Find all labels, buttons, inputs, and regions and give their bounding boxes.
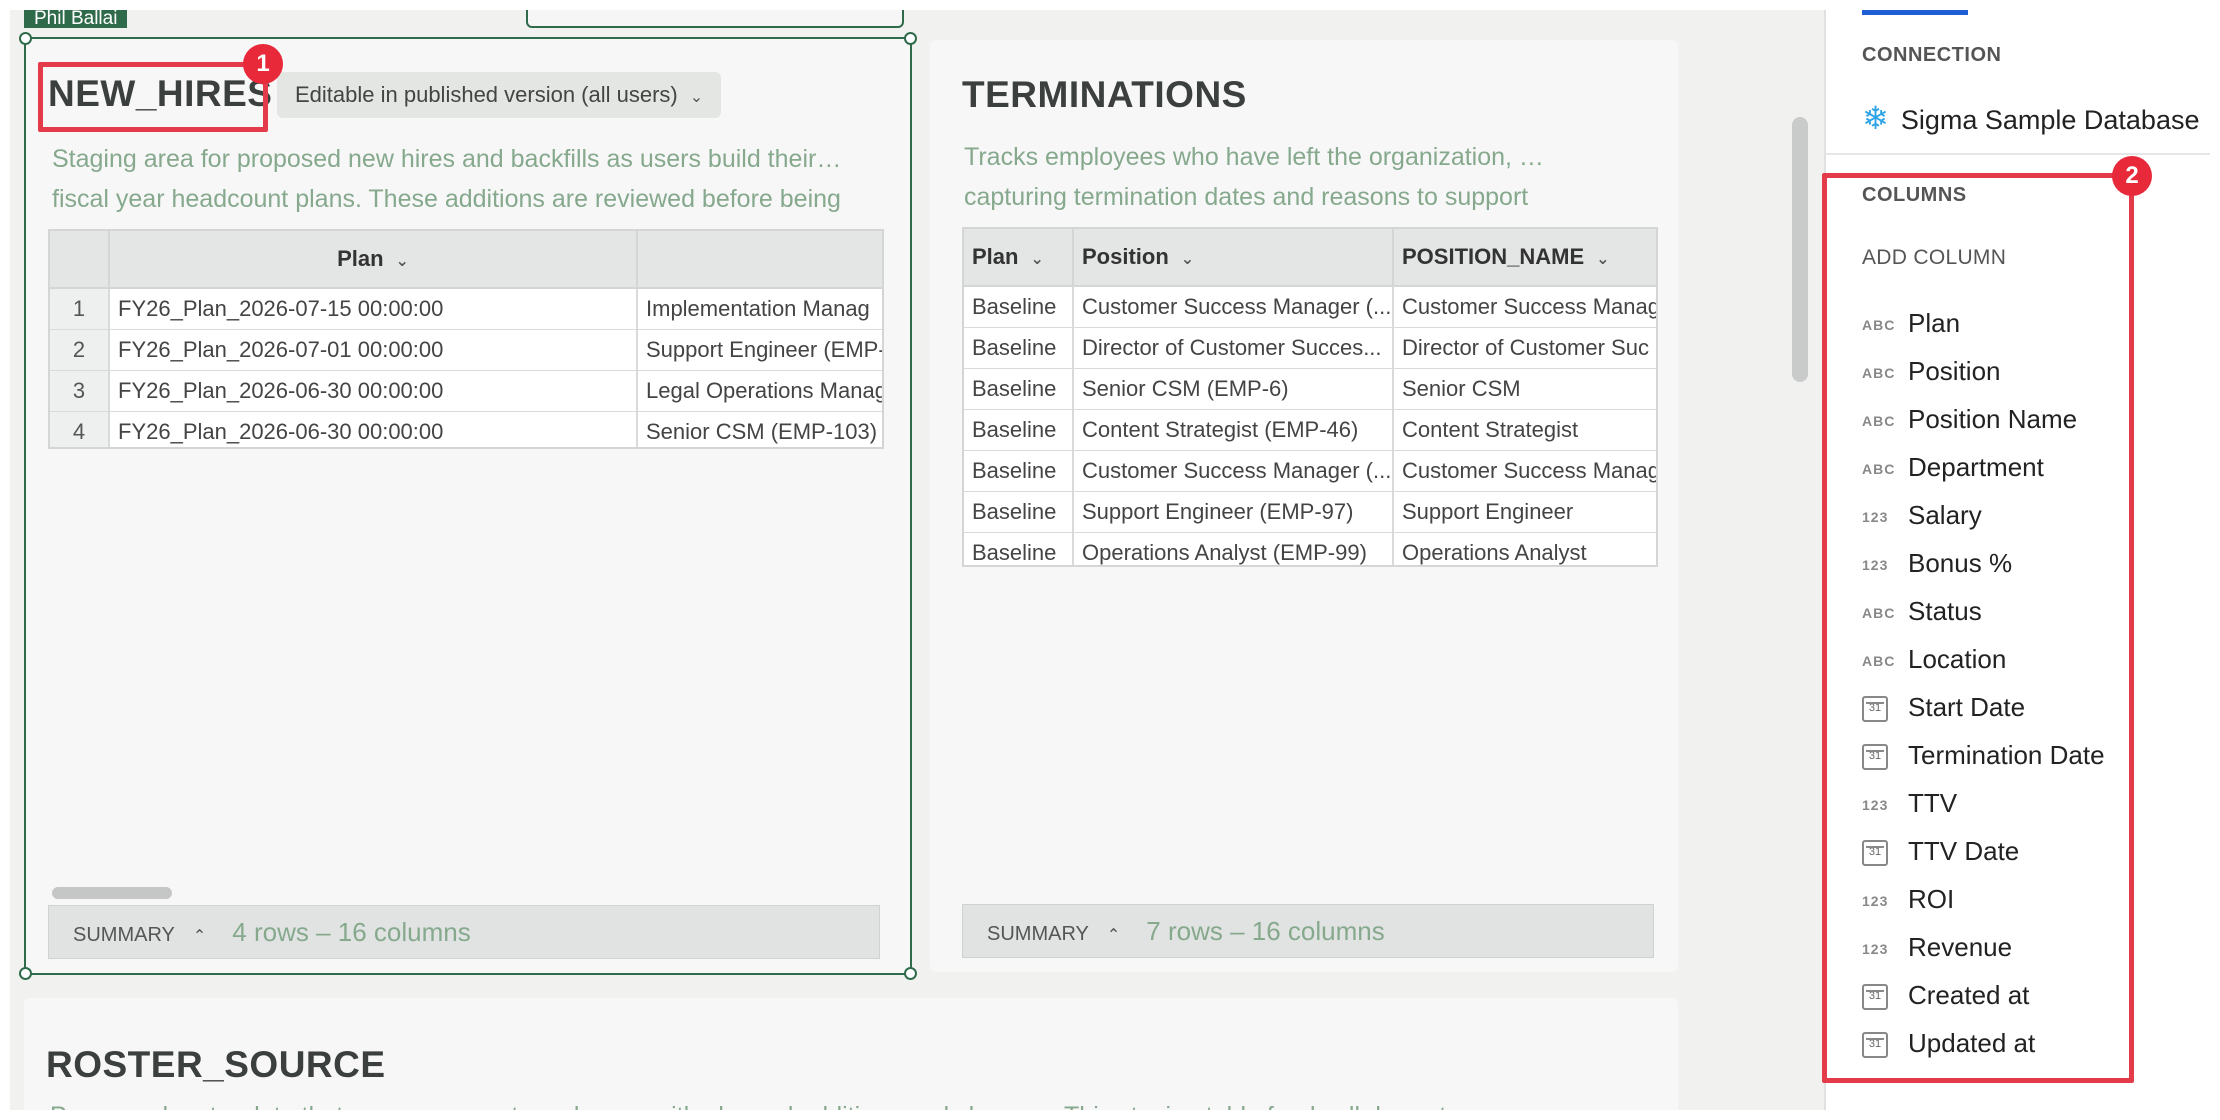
chevron-down-icon[interactable]: ⌄ — [1030, 232, 1043, 285]
resize-handle[interactable] — [904, 32, 917, 45]
floating-toolbar[interactable] — [526, 10, 904, 28]
workbook-canvas: Phil Ballai NEW_HIRES Editable in publis… — [10, 10, 2210, 1110]
chevron-up-icon[interactable]: ⌃ — [1107, 910, 1120, 962]
user-cursor-tag: Phil Ballai — [24, 10, 128, 28]
vertical-scrollbar[interactable] — [1792, 117, 1808, 382]
table-row[interactable]: 1 FY26_Plan_2026-07-15 00:00:00 Implemen… — [50, 289, 882, 330]
table-row[interactable]: Baseline Director of Customer Succes... Di… — [964, 328, 1656, 369]
column-header-position[interactable]: Position ⌄ — [1074, 229, 1394, 285]
chevron-down-icon[interactable]: ⌄ — [1596, 232, 1609, 285]
row-index-header — [50, 231, 110, 287]
table-row[interactable]: Baseline Content Strategist (EMP-46) Conte… — [964, 410, 1656, 451]
table-row[interactable]: Baseline Support Engineer (EMP-97) Support… — [964, 492, 1656, 533]
table-row[interactable]: Baseline Customer Success Manager (... Cus… — [964, 287, 1656, 328]
active-tab-indicator — [1862, 10, 1968, 15]
terminations-description: Tracks employees who have left the organ… — [964, 143, 1544, 211]
table-row[interactable]: Baseline Operations Analyst (EMP-99) Opera… — [964, 533, 1656, 565]
new-hires-panel[interactable]: NEW_HIRES Editable in published version … — [19, 32, 917, 980]
resize-handle[interactable] — [19, 967, 32, 980]
annotation-box-1 — [38, 62, 268, 132]
column-header-plan[interactable]: Plan ⌄ — [110, 231, 638, 287]
table-row[interactable]: 2 FY26_Plan_2026-07-01 00:00:00 Support … — [50, 330, 882, 371]
terminations-title: TERMINATIONS — [962, 74, 1247, 115]
terminations-panel[interactable]: TERMINATIONS Tracks employees who have l… — [930, 40, 1678, 972]
roster-source-description: Processed roster data that merges curren… — [50, 1096, 1610, 1110]
resize-handle[interactable] — [19, 32, 32, 45]
annotation-badge-2: 2 — [2112, 156, 2152, 196]
connection-label: CONNECTION — [1862, 44, 2002, 66]
resize-handle[interactable] — [904, 967, 917, 980]
snowflake-icon: ❄ — [1862, 100, 1889, 136]
column-header-plan[interactable]: Plan ⌄ — [964, 229, 1074, 285]
annotation-box-2 — [1822, 173, 2134, 1083]
table-row[interactable]: 4 FY26_Plan_2026-06-30 00:00:00 Senior C… — [50, 412, 882, 447]
roster-source-title: ROSTER_SOURCE — [46, 1044, 386, 1085]
new-hires-description: Staging area for proposed new hires and … — [52, 145, 842, 213]
new-hires-summary-bar[interactable]: SUMMARY ⌃ 4 rows – 16 columns — [48, 905, 880, 959]
chevron-down-icon[interactable]: ⌄ — [1181, 232, 1194, 285]
column-header-position-name[interactable]: POSITION_NAME ⌄ — [1394, 229, 1656, 285]
divider — [1826, 153, 2210, 155]
roster-source-panel[interactable]: ROSTER_SOURCE Processed roster data that… — [24, 998, 1678, 1110]
chevron-up-icon[interactable]: ⌃ — [193, 911, 206, 963]
column-header-position[interactable] — [638, 231, 882, 287]
chevron-down-icon: ⌄ — [689, 89, 704, 106]
chevron-down-icon[interactable]: ⌄ — [396, 234, 409, 287]
horizontal-scrollbar[interactable] — [52, 887, 172, 899]
edit-mode-label: Editable in published version (all users… — [295, 82, 678, 107]
terminations-summary-bar[interactable]: SUMMARY ⌃ 7 rows – 16 columns — [962, 904, 1654, 958]
edit-mode-dropdown[interactable]: Editable in published version (all users… — [277, 72, 722, 118]
table-row[interactable]: 3 FY26_Plan_2026-06-30 00:00:00 Legal Op… — [50, 371, 882, 412]
table-row[interactable]: Baseline Customer Success Manager (... Cus… — [964, 451, 1656, 492]
table-row[interactable]: Baseline Senior CSM (EMP-6) Senior CSM — [964, 369, 1656, 410]
connection-source[interactable]: ❄ Sigma Sample Database — [1862, 98, 2199, 138]
annotation-badge-1: 1 — [243, 44, 283, 84]
new-hires-table[interactable]: Plan ⌄ 1 FY26_Plan_2026-07-15 00:00:00 Im… — [48, 229, 884, 449]
terminations-table[interactable]: Plan ⌄ Position ⌄ POSITION_NAME ⌄ Baseline C… — [962, 227, 1658, 567]
